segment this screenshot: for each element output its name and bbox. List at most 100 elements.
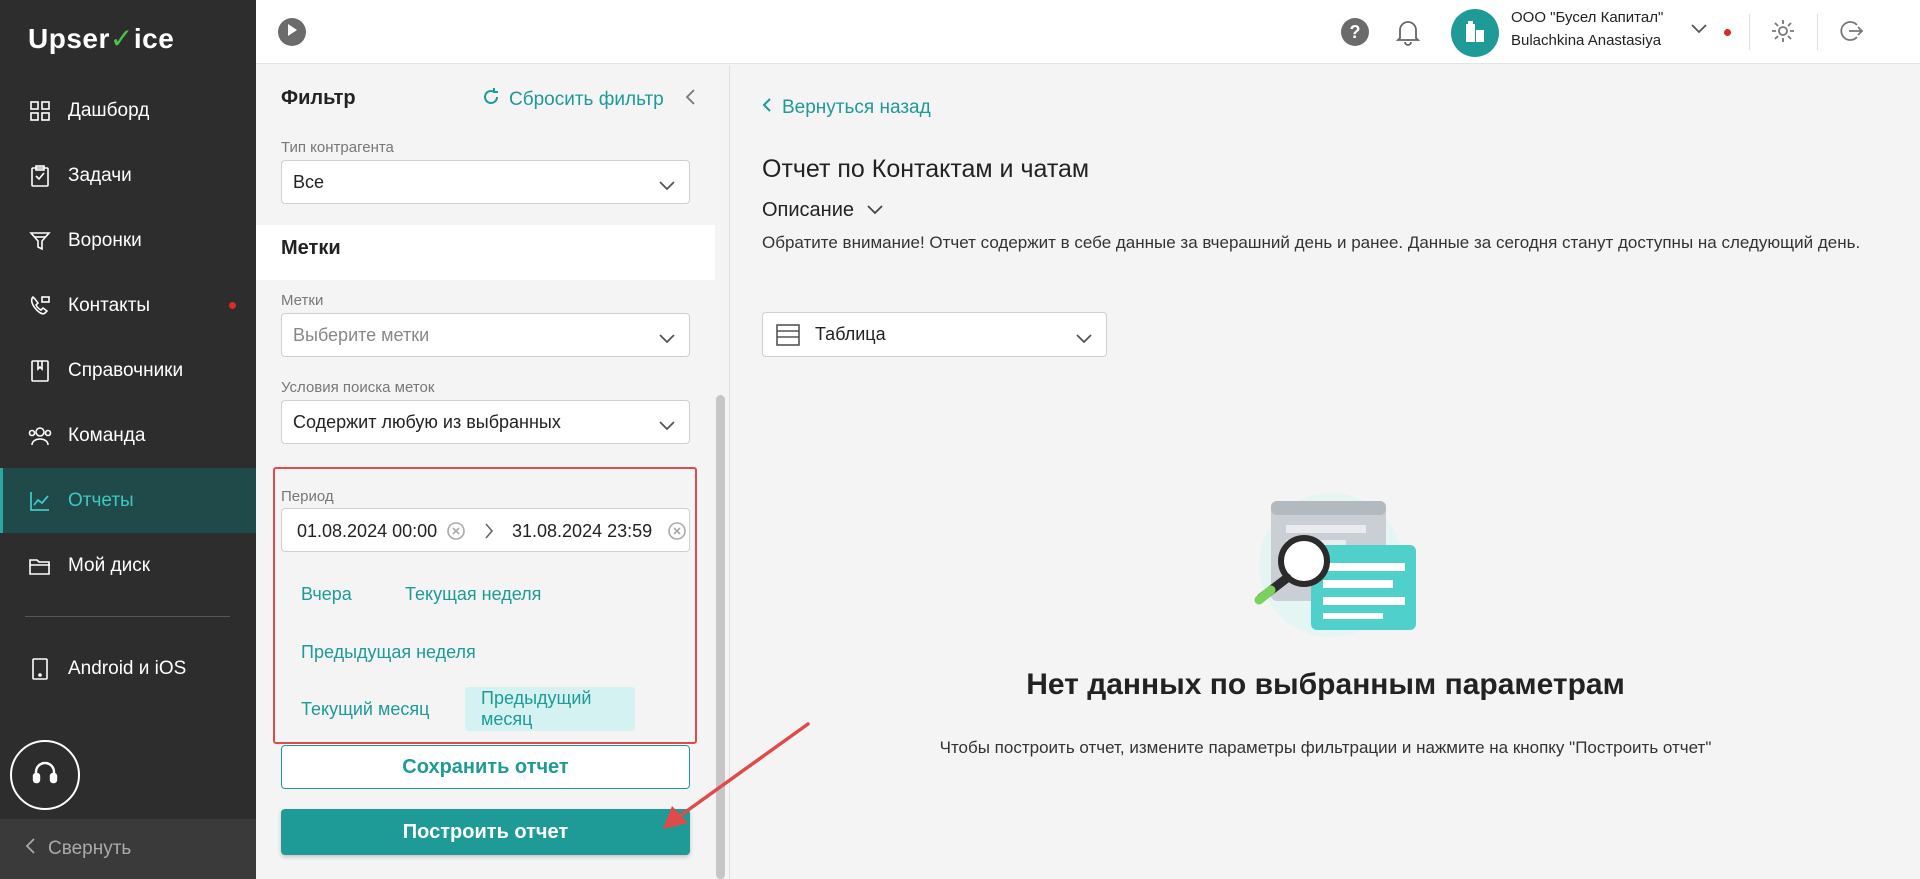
counterparty-type-value: Все: [293, 171, 325, 192]
account-menu-chevron-icon[interactable]: [1690, 22, 1708, 40]
period-date-range[interactable]: 01.08.2024 00:00 31.08.2024 23:59: [281, 508, 690, 552]
sidebar-item-my-disk[interactable]: Мой диск: [0, 533, 256, 598]
filter-panel: Фильтр Сбросить фильтр Тип контрагента В…: [256, 65, 730, 879]
empty-state-subtitle: Чтобы построить отчет, измените параметр…: [939, 738, 1712, 757]
clear-from-icon[interactable]: [446, 521, 466, 546]
sidebar-item-label: Задачи: [68, 164, 132, 186]
tag-conditions-value: Содержит любую из выбранных: [293, 411, 561, 432]
account-status-dot: [1724, 29, 1731, 36]
folder-icon: [28, 554, 52, 578]
logo-text-suffix: ice: [133, 23, 175, 54]
sidebar-item-label: Контакты: [68, 294, 151, 316]
report-main: Вернуться назад Отчет по Контактам и чат…: [731, 65, 1920, 879]
logo-text-prefix: Upser: [28, 23, 110, 54]
dashboard-icon: [28, 99, 52, 123]
settings-gear-icon[interactable]: [1769, 17, 1797, 50]
save-report-button[interactable]: Сохранить отчет: [281, 745, 690, 789]
collapse-filter-chevron-icon[interactable]: [684, 88, 696, 111]
chevron-down-icon: [866, 199, 884, 222]
period-from-input[interactable]: 01.08.2024 00:00: [297, 521, 437, 542]
headset-icon: [31, 759, 59, 792]
description-text: Обратите внимание! Отчет содержит в себе…: [762, 233, 1861, 252]
company-name[interactable]: ООО "Бусел Капитал": [1511, 9, 1663, 26]
user-name[interactable]: Bulachkina Anastasiya: [1511, 32, 1661, 49]
sidebar-item-mobile-apps[interactable]: Android и iOS: [0, 636, 256, 701]
back-link-label: Вернуться назад: [782, 97, 931, 118]
tags-section-title: Метки: [281, 237, 341, 259]
sidebar-item-contacts[interactable]: Контакты: [0, 273, 256, 338]
chevron-down-icon: [1076, 328, 1092, 349]
clear-to-icon[interactable]: [667, 521, 687, 546]
building-icon: [1462, 18, 1488, 49]
description-toggle[interactable]: Описание: [762, 199, 884, 222]
notifications-bell-icon[interactable]: [1395, 18, 1421, 51]
chevron-down-icon: [659, 175, 675, 196]
play-tutorial-button[interactable]: [278, 18, 306, 46]
sidebar-item-label: Android и iOS: [68, 657, 187, 679]
logo-check-mark: ✓: [109, 23, 134, 54]
sidebar-item-team[interactable]: Команда: [0, 403, 256, 468]
tag-conditions-label: Условия поиска меток: [281, 379, 435, 396]
preset-yesterday[interactable]: Вчера: [285, 572, 368, 616]
range-arrow-icon: [483, 521, 495, 546]
preset-previous-week[interactable]: Предыдущая неделя: [285, 630, 492, 674]
contacts-badge: [229, 302, 236, 309]
filter-title: Фильтр: [281, 87, 356, 109]
sidebar-item-reports[interactable]: Отчеты: [0, 468, 256, 533]
reports-icon: [28, 489, 52, 513]
sidebar-item-directories[interactable]: Справочники: [0, 338, 256, 403]
preset-previous-month[interactable]: Предыдущий месяц: [465, 687, 635, 731]
preset-current-week[interactable]: Текущая неделя: [389, 572, 557, 616]
filter-scrollbar[interactable]: [716, 395, 725, 879]
sidebar-item-funnels[interactable]: Воронки: [0, 208, 256, 273]
sidebar-collapse-button[interactable]: Свернуть: [0, 819, 256, 879]
header-separator: [1817, 14, 1818, 50]
sidebar-item-label: Мой диск: [68, 554, 151, 576]
tasks-icon: [28, 164, 52, 188]
logout-icon[interactable]: [1837, 17, 1865, 50]
help-button[interactable]: ?: [1341, 18, 1369, 46]
collapse-label: Свернуть: [48, 838, 132, 859]
back-link[interactable]: Вернуться назад: [762, 97, 931, 119]
tag-conditions-select[interactable]: Содержит любую из выбранных: [281, 400, 690, 444]
preset-current-month[interactable]: Текущий месяц: [285, 687, 445, 731]
sidebar: Upser✓ice Дашборд Задачи Воронки Контакт…: [0, 0, 256, 879]
reset-filter-button[interactable]: Сбросить фильтр: [481, 87, 664, 113]
sidebar-item-label: Справочники: [68, 359, 184, 381]
build-report-button[interactable]: Построить отчет: [281, 809, 690, 855]
chevron-down-icon: [659, 415, 675, 436]
view-mode-select[interactable]: Таблица: [762, 312, 1107, 357]
chevron-left-icon: [762, 97, 772, 119]
sidebar-item-label: Отчеты: [68, 489, 134, 511]
tags-label: Метки: [281, 292, 324, 309]
period-label: Период: [281, 488, 334, 505]
counterparty-type-label: Тип контрагента: [281, 139, 394, 156]
description-toggle-label: Описание: [762, 199, 855, 221]
sidebar-item-tasks[interactable]: Задачи: [0, 143, 256, 208]
book-icon: [28, 359, 52, 383]
counterparty-type-select[interactable]: Все: [281, 160, 690, 204]
reset-filter-label: Сбросить фильтр: [509, 89, 664, 110]
app-logo[interactable]: Upser✓ice: [28, 22, 174, 55]
chevron-down-icon: [659, 328, 675, 349]
report-title: Отчет по Контактам и чатам: [762, 155, 1090, 183]
chevron-left-icon: [24, 837, 36, 861]
sidebar-divider: [25, 616, 230, 617]
company-avatar[interactable]: [1451, 9, 1499, 57]
tags-placeholder: Выберите метки: [293, 324, 430, 345]
team-icon: [28, 424, 52, 448]
period-to-input[interactable]: 31.08.2024 23:59: [512, 521, 652, 542]
sidebar-item-label: Команда: [68, 424, 146, 446]
empty-state-illustration: [1231, 485, 1421, 650]
header-separator: [1749, 14, 1750, 50]
support-button[interactable]: [10, 740, 80, 810]
sidebar-item-label: Дашборд: [68, 99, 150, 121]
refresh-icon: [481, 87, 501, 113]
tags-select[interactable]: Выберите метки: [281, 313, 690, 357]
top-header: ? ООО "Бусел Капитал" Bulachkina Anastas…: [256, 0, 1920, 64]
sidebar-item-dashboard[interactable]: Дашборд: [0, 78, 256, 143]
view-mode-value: Таблица: [815, 324, 886, 344]
play-icon: [286, 23, 298, 42]
sidebar-item-label: Воронки: [68, 229, 142, 251]
funnel-icon: [28, 229, 52, 253]
